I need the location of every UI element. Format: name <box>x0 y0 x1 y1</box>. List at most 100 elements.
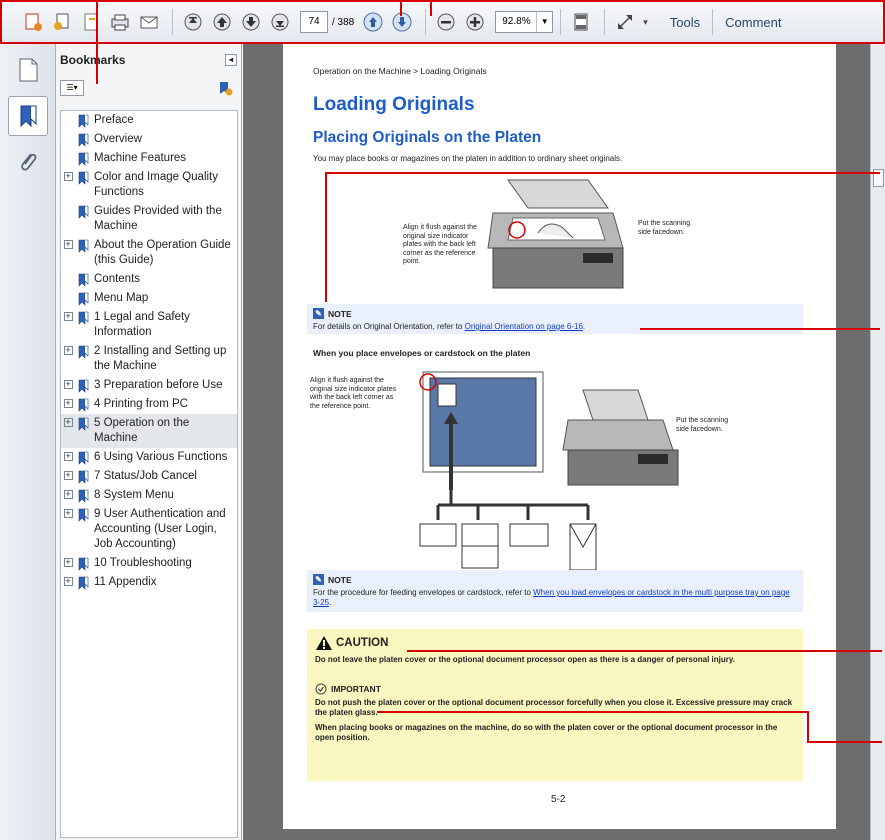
collapse-panel-icon[interactable]: ◂ <box>225 54 237 66</box>
email-icon[interactable] <box>136 9 162 35</box>
bookmark-item[interactable]: + Color and Image Quality Functions <box>61 168 237 202</box>
page-heading: Loading Originals <box>313 94 475 115</box>
expand-bookmark-icon[interactable] <box>217 80 233 101</box>
expand-icon[interactable]: + <box>61 556 75 570</box>
bookmarks-tree: Preface Overview Machine Features + Color an… <box>60 110 238 838</box>
plus-box-icon[interactable]: + <box>63 452 73 461</box>
expand-icon[interactable]: + <box>61 416 75 430</box>
plus-box-icon[interactable]: + <box>63 490 73 499</box>
toolbar-more-icon[interactable]: ▾ <box>643 17 648 28</box>
last-page-icon[interactable] <box>267 9 293 35</box>
page-thumbnails-icon[interactable] <box>8 50 48 90</box>
page-total: / 388 <box>332 16 355 28</box>
toolbar: 74 / 388 92.8% ▼ ▾ Tools Comment <box>0 0 885 44</box>
create-pdf-icon[interactable] <box>20 9 46 35</box>
plus-box-icon[interactable]: + <box>63 346 73 355</box>
combine-files-icon[interactable] <box>49 9 75 35</box>
expand-icon[interactable]: + <box>61 397 75 411</box>
bookmark-icon <box>75 204 91 219</box>
comment-button[interactable]: Comment <box>715 15 791 30</box>
panel-toolbar: ☰▾ <box>56 76 241 100</box>
tools-button[interactable]: Tools <box>660 15 710 30</box>
plus-box-icon[interactable]: + <box>63 558 73 567</box>
bookmark-item[interactable]: Guides Provided with the Machine <box>61 202 237 236</box>
bookmark-item[interactable]: Overview <box>61 130 237 149</box>
callout-line <box>807 711 809 742</box>
callout-line <box>377 711 808 713</box>
bookmark-item[interactable]: +6 Using Various Functions <box>61 448 237 467</box>
first-page-icon[interactable] <box>180 9 206 35</box>
separator <box>604 9 606 35</box>
bookmark-item[interactable]: +2 Installing and Setting up the Machine <box>61 342 237 376</box>
options-menu-icon[interactable]: ☰▾ <box>60 80 84 96</box>
bookmark-label: 9 User Authentication and Accounting (Us… <box>94 508 226 550</box>
plus-box-icon[interactable]: + <box>63 240 73 249</box>
bookmark-icon <box>75 416 91 431</box>
bookmark-item[interactable]: Machine Features <box>61 149 237 168</box>
bookmark-item[interactable]: +7 Status/Job Cancel <box>61 467 237 486</box>
plus-box-icon[interactable]: + <box>63 399 73 408</box>
chevron-down-icon[interactable]: ▼ <box>536 12 552 32</box>
expand-icon[interactable]: + <box>61 170 75 184</box>
bookmark-item[interactable]: + About the Operation Guide (this Guide) <box>61 236 237 270</box>
original-orientation-link[interactable]: Original Orientation on page 6-16 <box>465 322 583 331</box>
expand-icon[interactable]: + <box>61 378 75 392</box>
note-icon: ✎ <box>313 574 324 585</box>
bookmark-item[interactable]: +3 Preparation before Use <box>61 376 237 395</box>
note-text-end: . <box>582 322 586 331</box>
bookmark-icon <box>75 291 91 306</box>
attachments-icon[interactable] <box>8 142 48 182</box>
bookmarks-tab-icon[interactable] <box>8 96 48 136</box>
plus-box-icon[interactable]: + <box>63 509 73 518</box>
bookmark-item[interactable]: +11 Appendix <box>61 573 237 592</box>
bookmark-item[interactable]: +9 User Authentication and Accounting (U… <box>61 505 237 554</box>
zoom-in-icon[interactable] <box>462 9 488 35</box>
open-file-icon[interactable] <box>78 9 104 35</box>
callout-line <box>400 0 402 16</box>
previous-page-icon[interactable] <box>209 9 235 35</box>
full-screen-icon[interactable] <box>612 9 638 35</box>
expand-icon[interactable]: + <box>61 450 75 464</box>
expand-icon[interactable]: + <box>61 469 75 483</box>
expand-icon[interactable]: + <box>61 310 75 324</box>
bookmark-label: 11 Appendix <box>94 576 157 588</box>
expand-icon[interactable]: + <box>61 507 75 521</box>
plus-box-icon[interactable]: + <box>63 418 73 427</box>
panel-header: Bookmarks ◂ <box>56 44 241 76</box>
fit-page-icon[interactable] <box>568 9 594 35</box>
intro-text: You may place books or magazines on the … <box>313 154 623 163</box>
previous-view-icon[interactable] <box>360 9 386 35</box>
bookmark-item[interactable]: +8 System Menu <box>61 486 237 505</box>
caution-title: CAUTION <box>336 637 389 649</box>
important-text: Do not push the platen cover or the opti… <box>315 698 793 717</box>
zoom-select[interactable]: 92.8% ▼ <box>495 11 554 33</box>
expand-icon[interactable]: + <box>61 575 75 589</box>
bookmark-label: 4 Printing from PC <box>94 398 188 410</box>
bookmark-label: About the Operation Guide (this Guide) <box>94 239 231 266</box>
bookmark-item[interactable]: Menu Map <box>61 289 237 308</box>
bookmark-item[interactable]: +5 Operation on the Machine <box>61 414 237 448</box>
print-icon[interactable] <box>107 9 133 35</box>
vertical-scrollbar[interactable] <box>870 44 885 840</box>
expand-icon[interactable]: + <box>61 344 75 358</box>
page-number-input[interactable]: 74 <box>300 11 328 33</box>
plus-box-icon[interactable]: + <box>63 312 73 321</box>
plus-box-icon[interactable]: + <box>63 577 73 586</box>
zoom-out-icon[interactable] <box>433 9 459 35</box>
bookmark-item[interactable]: +10 Troubleshooting <box>61 554 237 573</box>
plus-box-icon[interactable]: + <box>63 172 73 181</box>
important-title: IMPORTANT <box>331 684 381 694</box>
bookmark-item[interactable]: Preface <box>61 111 237 130</box>
plus-box-icon[interactable]: + <box>63 471 73 480</box>
bookmark-icon <box>75 310 91 325</box>
plus-box-icon[interactable]: + <box>63 380 73 389</box>
bookmark-icon <box>75 378 91 393</box>
expand-icon[interactable]: + <box>61 488 75 502</box>
bookmark-item[interactable]: Contents <box>61 270 237 289</box>
expand-icon[interactable]: + <box>61 238 75 252</box>
bookmark-item[interactable]: +1 Legal and Safety Information <box>61 308 237 342</box>
next-page-icon[interactable] <box>238 9 264 35</box>
check-circle-icon <box>315 683 327 695</box>
bookmark-item[interactable]: +4 Printing from PC <box>61 395 237 414</box>
next-view-icon[interactable] <box>389 9 415 35</box>
